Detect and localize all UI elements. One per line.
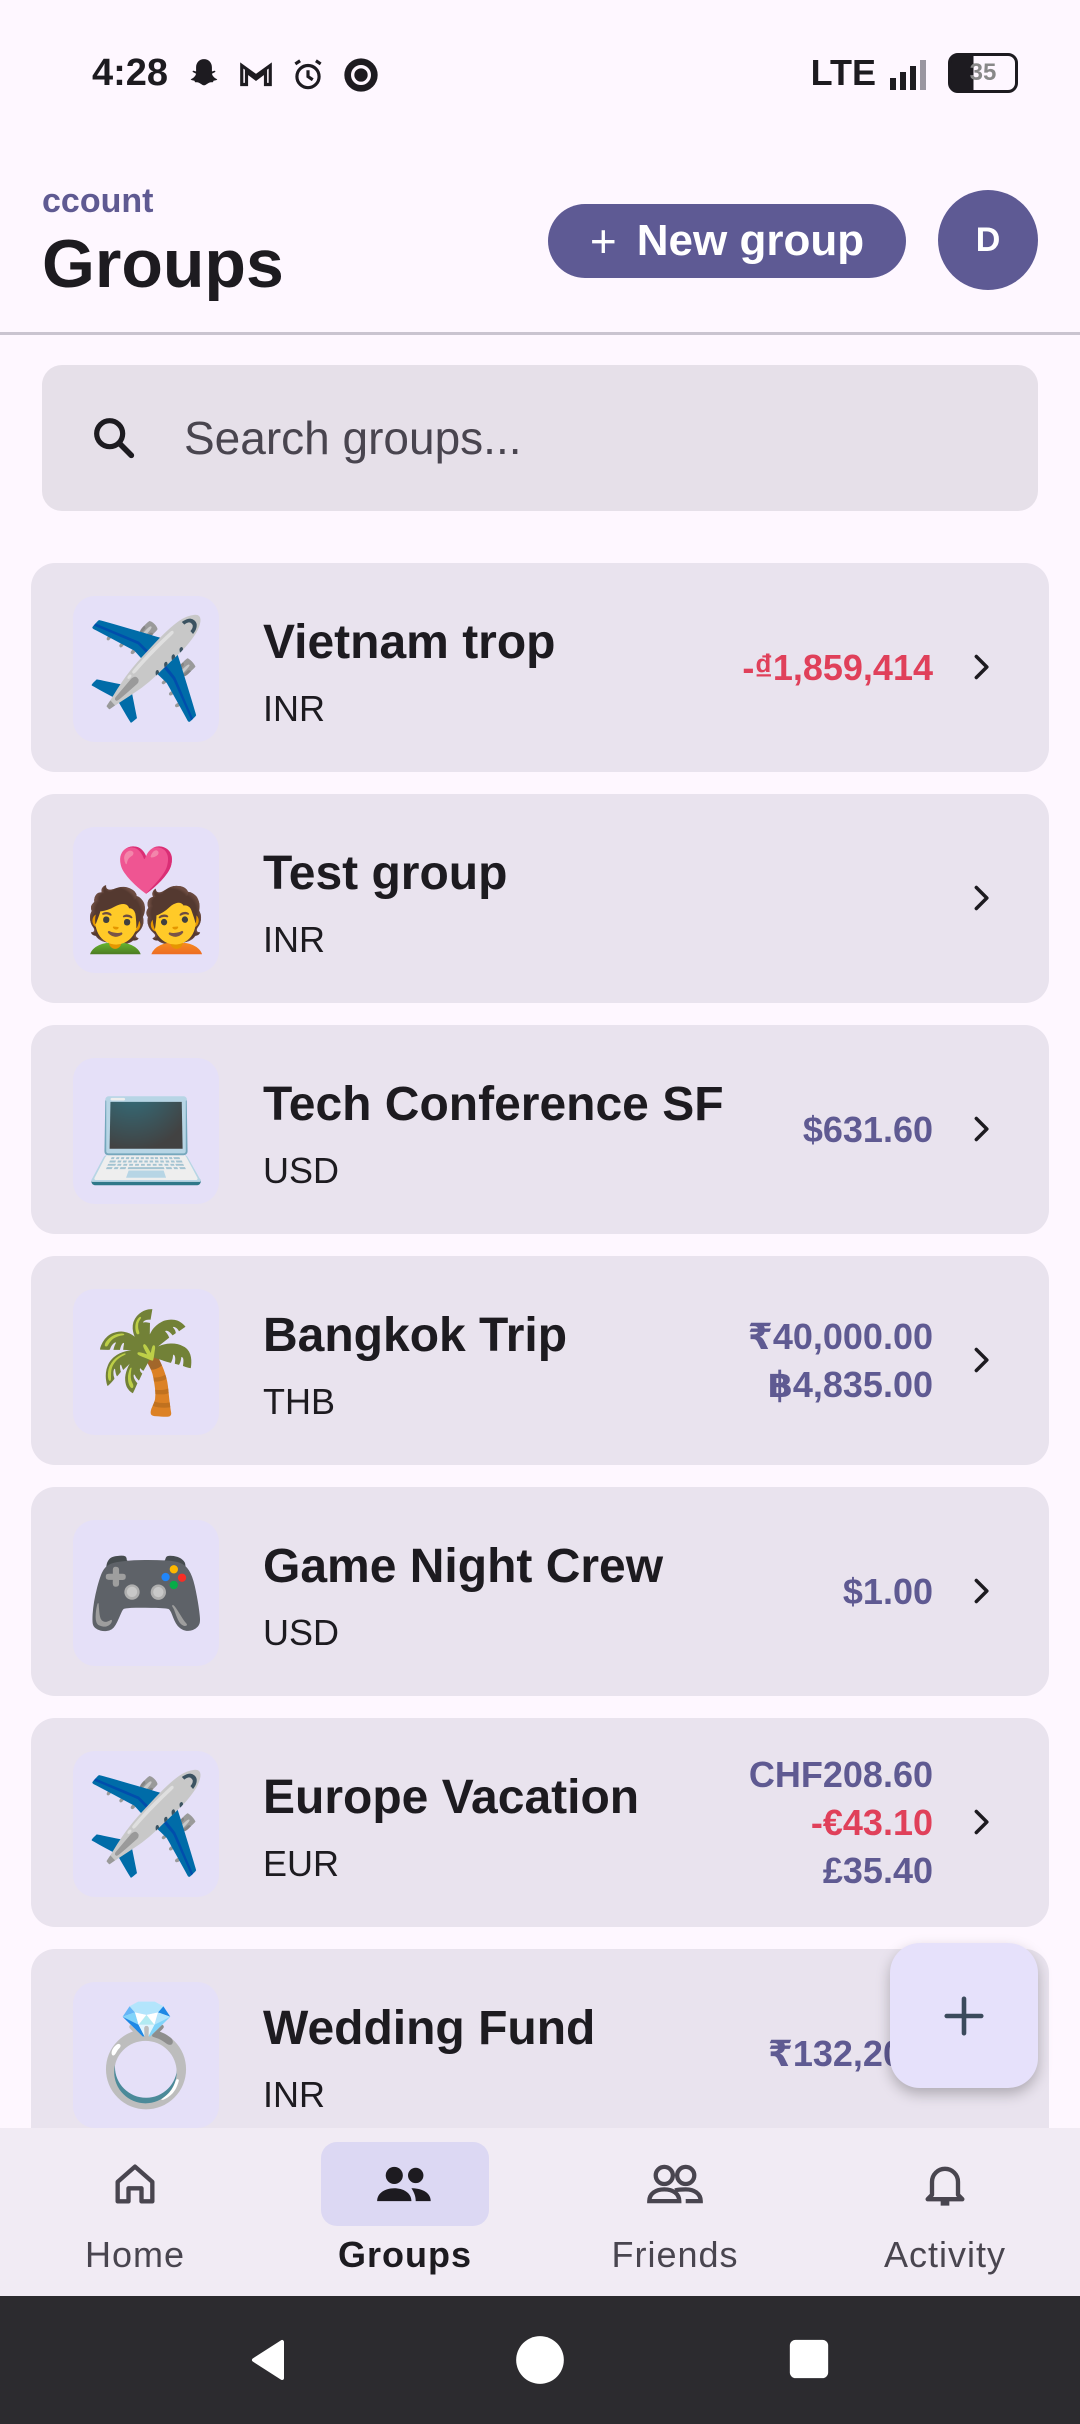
bell-icon	[925, 2166, 965, 2206]
nav-label: Home	[84, 2234, 186, 2275]
balance-amount: ฿4,835.00	[767, 1363, 933, 1405]
airplane-icon: ✈️	[73, 1751, 219, 1897]
group-currency: THB	[263, 1381, 335, 1422]
balance-amount: CHF208.60	[748, 1753, 933, 1795]
group-currency: USD	[263, 1612, 340, 1653]
battery-icon: 35	[948, 53, 1018, 93]
search-icon	[94, 418, 135, 459]
chevron-right-icon	[974, 1116, 989, 1142]
nav-friends[interactable]: Friends	[540, 2128, 810, 2296]
nav-pill	[321, 2142, 489, 2226]
search-bar[interactable]	[42, 365, 1038, 511]
home-button-icon[interactable]	[514, 2334, 566, 2386]
group-card[interactable]: 💻 Tech Conference SF USD $631.60	[31, 1025, 1049, 1234]
avatar-initial: D	[975, 220, 1001, 259]
status-bar: 4:28 LTE 35	[0, 0, 1080, 150]
nav-pill	[861, 2142, 1029, 2226]
nav-home[interactable]: Home	[0, 2128, 270, 2296]
recents-icon[interactable]	[786, 2336, 832, 2382]
balance-amount: ₹40,000.00	[747, 1315, 933, 1357]
group-balances: -₫1,859,414	[742, 563, 933, 772]
add-group-fab[interactable]	[890, 1943, 1038, 2088]
status-time: 4:28	[92, 52, 169, 94]
groups-icon	[377, 2166, 431, 2202]
group-currency: INR	[263, 919, 325, 960]
gamepad-icon: 🎮	[73, 1520, 219, 1666]
chevron-right-icon	[974, 885, 989, 911]
balance-amount: £35.40	[822, 1849, 933, 1891]
gmail-icon	[240, 62, 272, 87]
chevron-right-icon	[974, 1578, 989, 1604]
friends-icon	[647, 2164, 703, 2204]
group-list: ✈️ Vietnam trop INR -₫1,859,414 💑 Test g…	[31, 563, 1049, 2180]
nav-label: Groups	[337, 2234, 472, 2275]
chevron-right-icon	[974, 1809, 989, 1835]
group-currency: INR	[263, 2074, 325, 2115]
search-input[interactable]	[182, 410, 886, 466]
balance-amount: $631.60	[802, 1108, 933, 1150]
page-title: Groups	[42, 226, 284, 302]
balance-amount: -€43.10	[810, 1801, 933, 1843]
snapchat-icon	[190, 59, 218, 86]
group-name: Vietnam trop	[263, 616, 556, 669]
airplane-icon: ✈️	[73, 596, 219, 742]
back-icon[interactable]	[246, 2336, 294, 2384]
group-name: Wedding Fund	[263, 2002, 596, 2055]
nav-pill	[51, 2142, 219, 2226]
palm-tree-icon: 🌴	[73, 1289, 219, 1435]
nav-label: Friends	[611, 2234, 739, 2275]
group-name: Tech Conference SF	[263, 1078, 724, 1131]
circle-app-icon	[344, 58, 378, 92]
nav-pill	[591, 2142, 759, 2226]
new-group-button[interactable]: + New group	[548, 204, 906, 278]
system-nav-bar	[0, 2296, 1080, 2424]
chevron-right-icon	[974, 654, 989, 680]
plus-icon: +	[589, 215, 617, 267]
avatar[interactable]: D	[938, 190, 1038, 290]
network-label: LTE	[810, 52, 876, 93]
group-card[interactable]: 🌴 Bangkok Trip THB ₹40,000.00 ฿4,835.00	[31, 1256, 1049, 1465]
laptop-icon: 💻	[73, 1058, 219, 1204]
battery-level: 35	[969, 59, 997, 86]
signal-icon	[890, 60, 926, 90]
group-currency: USD	[263, 1150, 340, 1191]
balance-amount: $1.00	[842, 1570, 933, 1612]
balance-amount: -₫1,859,414	[742, 646, 933, 688]
group-name: Test group	[263, 847, 508, 900]
app-header: ccount Groups + New group D	[0, 150, 1080, 335]
group-currency: EUR	[263, 1843, 340, 1884]
group-card[interactable]: 🎮 Game Night Crew USD $1.00	[31, 1487, 1049, 1696]
group-balances: $1.00	[843, 1487, 933, 1696]
group-balances: $631.60	[803, 1025, 933, 1234]
group-balances: CHF208.60 -€43.10 £35.40	[749, 1718, 933, 1927]
nav-activity[interactable]: Activity	[810, 2128, 1080, 2296]
couple-heart-icon: 💑	[73, 827, 219, 973]
group-balances: ₹40,000.00 ฿4,835.00	[748, 1256, 933, 1465]
group-card[interactable]: ✈️ Europe Vacation EUR CHF208.60 -€43.10 £…	[31, 1718, 1049, 1927]
plus-icon	[944, 1995, 984, 2036]
alarm-icon	[294, 59, 322, 90]
group-card[interactable]: 💑 Test group INR	[31, 794, 1049, 1003]
group-name: Europe Vacation	[263, 1771, 640, 1824]
nav-groups[interactable]: Groups	[270, 2128, 540, 2296]
new-group-label: New group	[636, 216, 865, 265]
group-card[interactable]: ✈️ Vietnam trop INR -₫1,859,414	[31, 563, 1049, 772]
group-name: Bangkok Trip	[263, 1309, 568, 1362]
nav-label: Activity	[883, 2234, 1006, 2275]
app-name: ccount	[42, 182, 154, 220]
group-currency: INR	[263, 688, 325, 729]
status-right: LTE 35	[811, 52, 1018, 94]
group-name: Game Night Crew	[263, 1540, 664, 1593]
bottom-nav: Home Groups Friends Activity	[0, 2128, 1080, 2296]
ring-icon: 💍	[73, 1982, 219, 2128]
notification-icons	[185, 55, 381, 95]
chevron-right-icon	[974, 1347, 989, 1373]
home-icon	[115, 2164, 155, 2204]
